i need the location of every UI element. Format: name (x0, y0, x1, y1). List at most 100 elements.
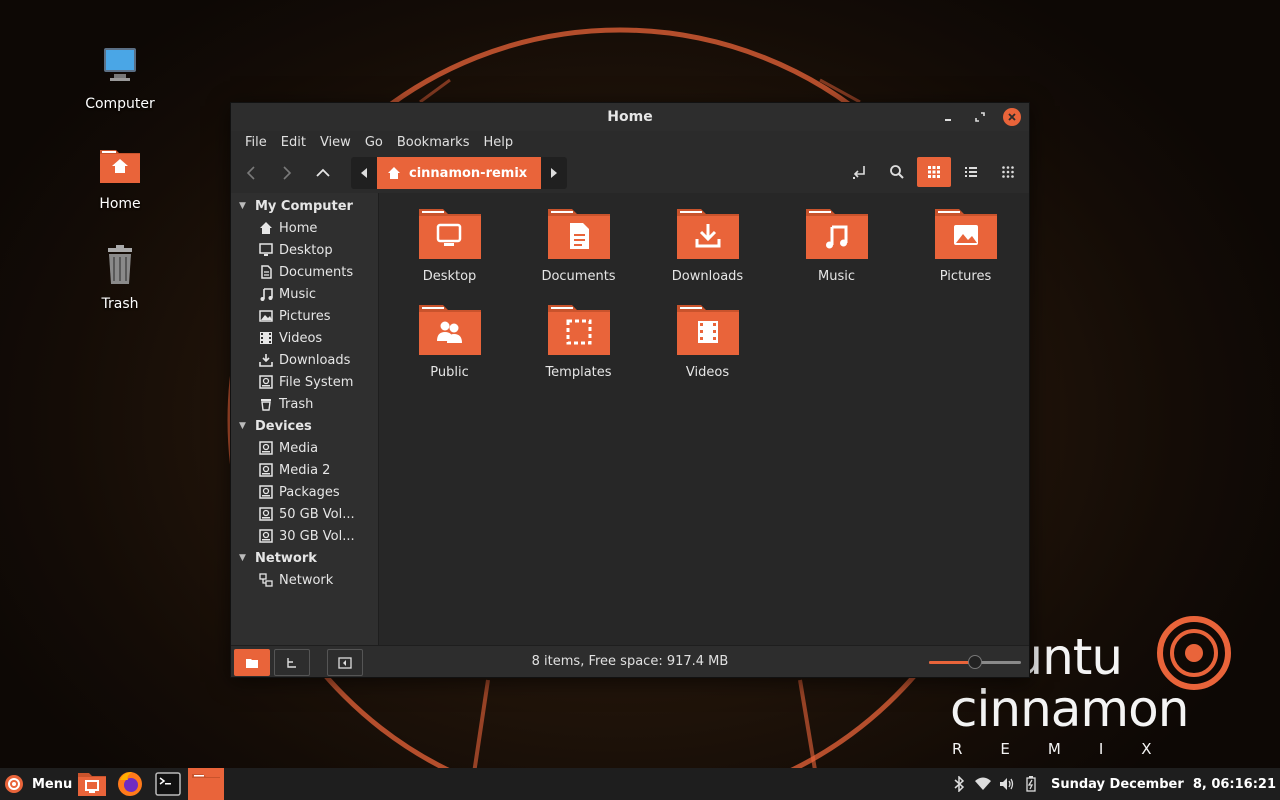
maximize-button[interactable] (971, 108, 989, 126)
menu-edit[interactable]: Edit (274, 135, 313, 150)
document-icon (258, 265, 273, 280)
templates-folder-icon (547, 305, 610, 355)
title-bar[interactable]: Home (231, 103, 1029, 131)
sidebar-item-trash[interactable]: Trash (231, 393, 378, 415)
triangle-right-icon (551, 168, 558, 178)
desktop-folder-icon (418, 209, 481, 259)
home-icon (388, 167, 400, 179)
path-scroll-left-button[interactable] (351, 157, 377, 189)
network-button[interactable] (971, 768, 995, 800)
up-button[interactable] (305, 158, 341, 188)
sidebar-item-desktop[interactable]: Desktop (231, 239, 378, 261)
sidebar-item-label: Music (279, 286, 316, 302)
sidebar-item-label: Media 2 (279, 462, 331, 478)
search-button[interactable] (880, 157, 914, 187)
sidebar-item-music[interactable]: Music (231, 283, 378, 305)
volume-button[interactable] (995, 768, 1019, 800)
desktop-icon-label: Trash (101, 296, 139, 312)
list-view-button[interactable] (954, 157, 988, 187)
minimize-button[interactable] (939, 108, 957, 126)
sidebar-item-label: Pictures (279, 308, 331, 324)
taskbar-window-home[interactable] (188, 768, 225, 800)
bluetooth-button[interactable] (947, 768, 971, 800)
folder-item-downloads[interactable]: Downloads (643, 201, 772, 291)
menu-button[interactable]: Menu (0, 768, 72, 800)
sidebar-item-home[interactable]: Home (231, 217, 378, 239)
drive-icon (258, 375, 273, 390)
path-crumb-label: cinnamon-remix (409, 165, 528, 181)
sidebar-item-documents[interactable]: Documents (231, 261, 378, 283)
desktop-icon-label: Home (99, 196, 141, 212)
sidebar-item-file-system[interactable]: File System (231, 371, 378, 393)
status-text: 8 items, Free space: 917.4 MB (531, 654, 729, 669)
taskbar-launcher-terminal[interactable] (150, 768, 186, 800)
folder-item-public[interactable]: Public (385, 297, 514, 387)
compact-view-button[interactable] (991, 157, 1025, 187)
brand-line-2: cinnamon (950, 680, 1189, 738)
sidebar-item-downloads[interactable]: Downloads (231, 349, 378, 371)
folder-item-desktop[interactable]: Desktop (385, 201, 514, 291)
ubuntu-logo-icon (5, 775, 23, 793)
sidebar-item-50gb-volume[interactable]: 50 GB Vol... (231, 503, 378, 525)
folder-item-documents[interactable]: Documents (514, 201, 643, 291)
clock[interactable]: Sunday December 8, 06:16:21 (1043, 777, 1280, 792)
drive-icon (258, 463, 273, 478)
folder-item-music[interactable]: Music (772, 201, 901, 291)
folder-item-videos[interactable]: Videos (643, 297, 772, 387)
sidebar-section-devices[interactable]: ▼ Devices (231, 415, 378, 437)
folder-label: Music (818, 269, 855, 284)
home-folder-icon (96, 142, 144, 190)
zoom-slider[interactable] (927, 655, 1023, 669)
chevron-left-icon (246, 166, 255, 180)
folder-item-pictures[interactable]: Pictures (901, 201, 1030, 291)
sidebar-item-videos[interactable]: Videos (231, 327, 378, 349)
sidebar-item-30gb-volume[interactable]: 30 GB Vol... (231, 525, 378, 547)
sidebar-item-label: Packages (279, 484, 340, 500)
menu-file[interactable]: File (238, 135, 274, 150)
menu-bookmarks[interactable]: Bookmarks (390, 135, 477, 150)
picture-icon (258, 309, 273, 324)
toggle-location-button[interactable] (843, 157, 877, 187)
sidebar-item-media-2[interactable]: Media 2 (231, 459, 378, 481)
path-scroll-right-button[interactable] (541, 157, 567, 189)
file-view[interactable]: Desktop Documents Downloads Music Pictur… (379, 193, 1029, 645)
sidebar-item-pictures[interactable]: Pictures (231, 305, 378, 327)
status-bar: 8 items, Free space: 917.4 MB (231, 645, 1029, 677)
folder-label: Desktop (422, 269, 477, 284)
sidebar-section-network[interactable]: ▼ Network (231, 547, 378, 569)
taskbar-launcher-files[interactable] (74, 768, 110, 800)
expander-down-icon: ▼ (239, 201, 246, 211)
menu-help[interactable]: Help (476, 135, 520, 150)
maximize-icon (975, 112, 985, 122)
folder-item-templates[interactable]: Templates (514, 297, 643, 387)
sidebar-item-label: Network (279, 572, 334, 588)
close-button[interactable] (1003, 108, 1021, 126)
taskbar-launcher-firefox[interactable] (112, 768, 148, 800)
drive-icon (258, 441, 273, 456)
desktop-icon (258, 243, 273, 258)
desktop-icon-label: Computer (85, 96, 155, 112)
files-launcher-icon (78, 773, 107, 796)
zoom-slider-handle[interactable] (968, 655, 982, 669)
sidebar-item-label: Trash (279, 396, 314, 412)
icon-view-button[interactable] (917, 157, 951, 187)
menu-view[interactable]: View (313, 135, 358, 150)
sidebar-item-network[interactable]: Network (231, 569, 378, 591)
drive-icon (258, 529, 273, 544)
desktop-icon-home[interactable]: Home (70, 142, 170, 212)
bluetooth-icon (954, 776, 965, 792)
back-button[interactable] (233, 158, 269, 188)
path-crumb-home[interactable]: cinnamon-remix (377, 157, 542, 189)
menu-go[interactable]: Go (358, 135, 390, 150)
sidebar-section-my-computer[interactable]: ▼ My Computer (231, 195, 378, 217)
sidebar-item-label: Media (279, 440, 319, 456)
power-button[interactable] (1019, 768, 1043, 800)
forward-button[interactable] (269, 158, 305, 188)
compact-view-icon (1002, 166, 1014, 178)
brand-line-3: REMIX (952, 740, 1190, 758)
sidebar-item-media[interactable]: Media (231, 437, 378, 459)
sidebar-item-packages[interactable]: Packages (231, 481, 378, 503)
desktop-icon-trash[interactable]: Trash (70, 242, 170, 312)
desktop-icon-computer[interactable]: Computer (70, 42, 170, 112)
sidebar-item-label: 50 GB Vol... (279, 506, 355, 522)
